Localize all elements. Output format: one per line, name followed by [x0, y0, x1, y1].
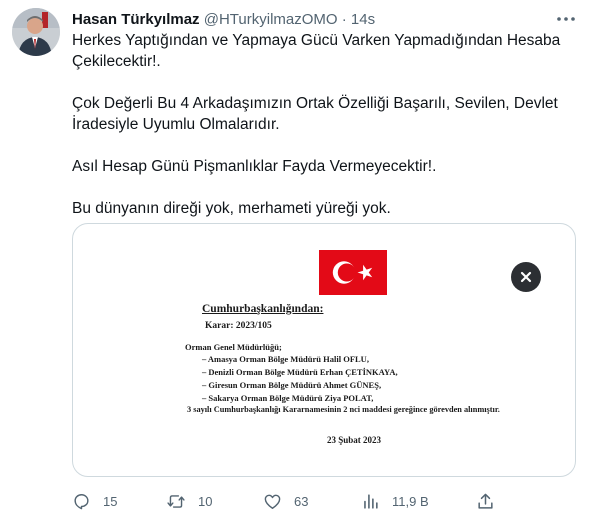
author-name[interactable]: Hasan Türkyılmaz: [72, 11, 200, 28]
avatar-photo: [12, 8, 60, 56]
header-separator: ·: [341, 11, 347, 28]
retweet-count: 10: [198, 493, 213, 509]
close-icon: [520, 271, 532, 283]
like-count: 63: [294, 493, 309, 509]
more-dots-icon: [557, 17, 575, 21]
decree-document: Cumhurbaşkanlığından: Karar: 2023/105 Or…: [73, 224, 575, 476]
tweet-paragraph: Herkes Yaptığından ve Yapmaya Gücü Varke…: [72, 32, 561, 70]
author-handle[interactable]: @HTurkyilmazOMO: [204, 11, 338, 28]
reply-count: 15: [103, 493, 118, 509]
media-image[interactable]: Cumhurbaşkanlığından: Karar: 2023/105 Or…: [72, 223, 576, 477]
views-button[interactable]: 11,9 B: [361, 489, 429, 513]
tweet-text: Herkes Yaptığından ve Yapmaya Gücü Varke…: [72, 30, 582, 219]
heart-icon: [264, 494, 281, 509]
tweet-paragraph: Çok Değerli Bu 4 Arkadaşımızın Ortak Öze…: [72, 95, 558, 133]
decree-list-item: – Sakarya Orman Bölge Müdürü Ziya POLAT,: [202, 393, 374, 403]
reply-button[interactable]: 15: [72, 489, 117, 513]
turkish-flag-icon: [319, 250, 387, 295]
decree-statement: 3 sayılı Cumhurbaşkanlığı Kararnamesinin…: [187, 405, 500, 414]
department-name: Orman Genel Müdürlüğü;: [185, 342, 282, 352]
more-options-button[interactable]: [555, 10, 577, 28]
views-count: 11,9 B: [392, 493, 429, 509]
avatar[interactable]: [12, 8, 60, 56]
close-button[interactable]: [511, 262, 541, 292]
tweet-timestamp[interactable]: 14s: [351, 11, 375, 28]
decree-list-item: – Amasya Orman Bölge Müdürü Halil OFLU,: [202, 354, 369, 364]
share-icon: [478, 493, 493, 509]
tweet-action-bar: 15 10 63 11,9 B: [72, 489, 572, 513]
document-heading: Cumhurbaşkanlığından:: [202, 303, 324, 315]
like-button[interactable]: 63: [263, 489, 308, 513]
retweet-button[interactable]: 10: [166, 489, 212, 513]
decree-list-item: – Giresun Orman Bölge Müdürü Ahmet GÜNEŞ…: [202, 380, 382, 390]
decree-date: 23 Şubat 2023: [327, 435, 382, 445]
share-button[interactable]: [476, 489, 495, 513]
reply-icon: [74, 493, 89, 509]
tweet-paragraph: Asıl Hesap Günü Pişmanlıklar Fayda Verme…: [72, 158, 437, 175]
decree-number: Karar: 2023/105: [205, 321, 272, 331]
tweet-paragraph: Bu dünyanın direği yok, merhameti yüreği…: [72, 200, 391, 217]
tweet-header: Hasan Türkyılmaz @HTurkyilmazOMO · 14s: [72, 9, 543, 31]
views-chart-icon: [364, 493, 378, 509]
decree-list-item: – Denizli Orman Bölge Müdürü Erhan ÇETİN…: [202, 367, 398, 377]
retweet-icon: [167, 494, 185, 508]
